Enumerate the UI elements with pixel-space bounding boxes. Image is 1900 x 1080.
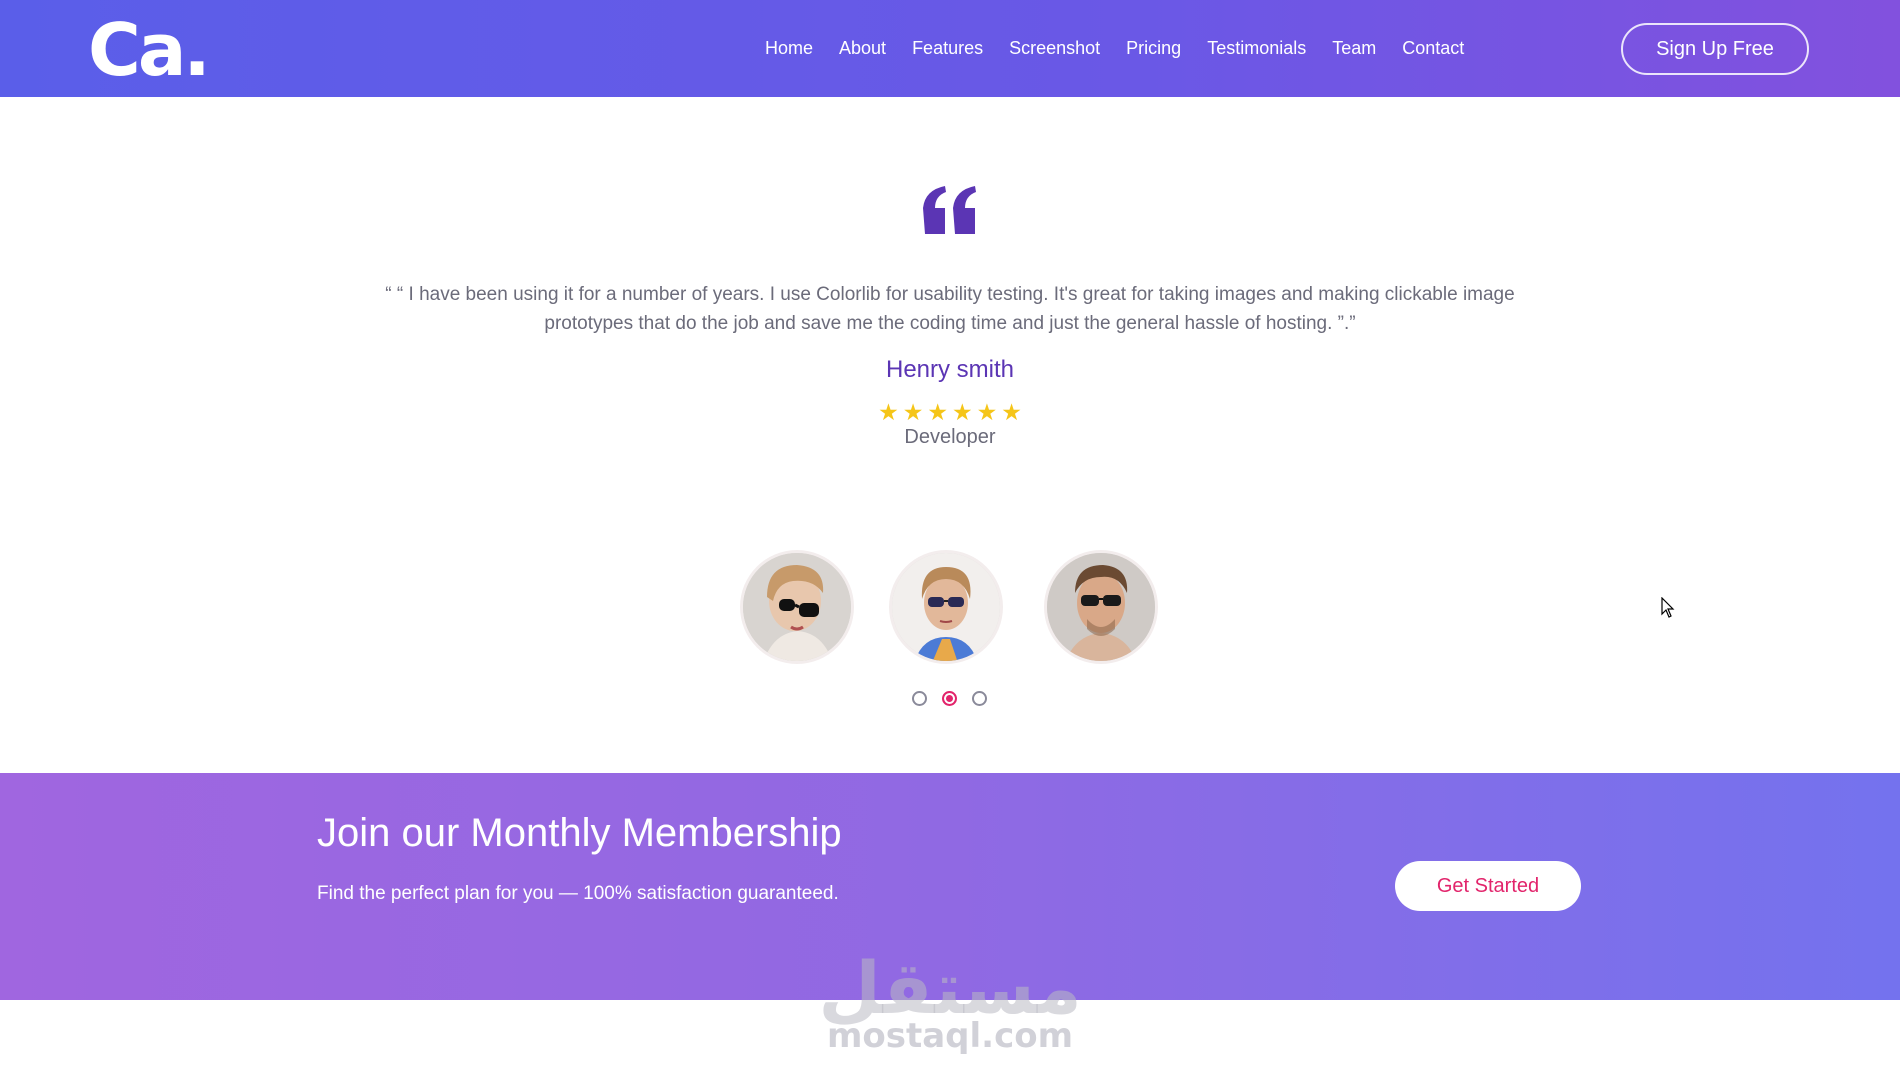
star-icon: ★ — [952, 399, 973, 425]
nav-home[interactable]: Home — [765, 36, 813, 60]
nav-menu: Home About Features Screenshot Pricing T… — [765, 36, 1490, 60]
rating-stars: ★ ★ ★ ★ ★ ★ — [0, 400, 1900, 424]
star-icon: ★ — [1001, 399, 1022, 425]
nav-features[interactable]: Features — [912, 36, 983, 60]
nav-contact[interactable]: Contact — [1402, 36, 1464, 60]
carousel-dot-3[interactable] — [972, 691, 987, 706]
carousel-dot-1[interactable] — [912, 691, 927, 706]
avatar-woman-black-sunglasses[interactable] — [743, 553, 851, 661]
quote-icon — [919, 186, 981, 239]
nav-team[interactable]: Team — [1332, 36, 1376, 60]
avatar-man-sunglasses[interactable] — [1047, 553, 1155, 661]
star-icon: ★ — [878, 399, 899, 425]
testimonial-author-role: Developer — [904, 426, 996, 448]
star-icon: ★ — [927, 399, 948, 425]
banner-title: Join our Monthly Membership — [317, 811, 842, 855]
testimonial-author-name: Henry smith — [885, 356, 1015, 383]
star-icon: ★ — [902, 399, 924, 425]
get-started-button[interactable]: Get Started — [1395, 861, 1581, 911]
watermark-latin: mostaql.com — [826, 1016, 1074, 1056]
sign-up-button[interactable]: Sign Up Free — [1621, 23, 1809, 75]
nav-pricing[interactable]: Pricing — [1126, 36, 1181, 60]
testimonial-quote: “ “ I have been using it for a number of… — [385, 284, 1515, 334]
mouse-cursor-icon — [1661, 596, 1675, 624]
nav-screenshot[interactable]: Screenshot — [1009, 36, 1100, 60]
brand-logo[interactable]: Ca. — [88, 10, 211, 90]
nav-about[interactable]: About — [839, 36, 886, 60]
banner-subtitle: Find the perfect plan for you — 100% sat… — [317, 883, 839, 904]
star-icon: ★ — [976, 399, 998, 425]
carousel-dots — [912, 691, 987, 706]
navbar: Ca. Home About Features Screenshot Prici… — [0, 0, 1900, 97]
avatar-woman-blue-sunglasses[interactable] — [892, 553, 1000, 661]
nav-testimonials[interactable]: Testimonials — [1207, 36, 1306, 60]
carousel-dot-2[interactable] — [942, 691, 957, 706]
